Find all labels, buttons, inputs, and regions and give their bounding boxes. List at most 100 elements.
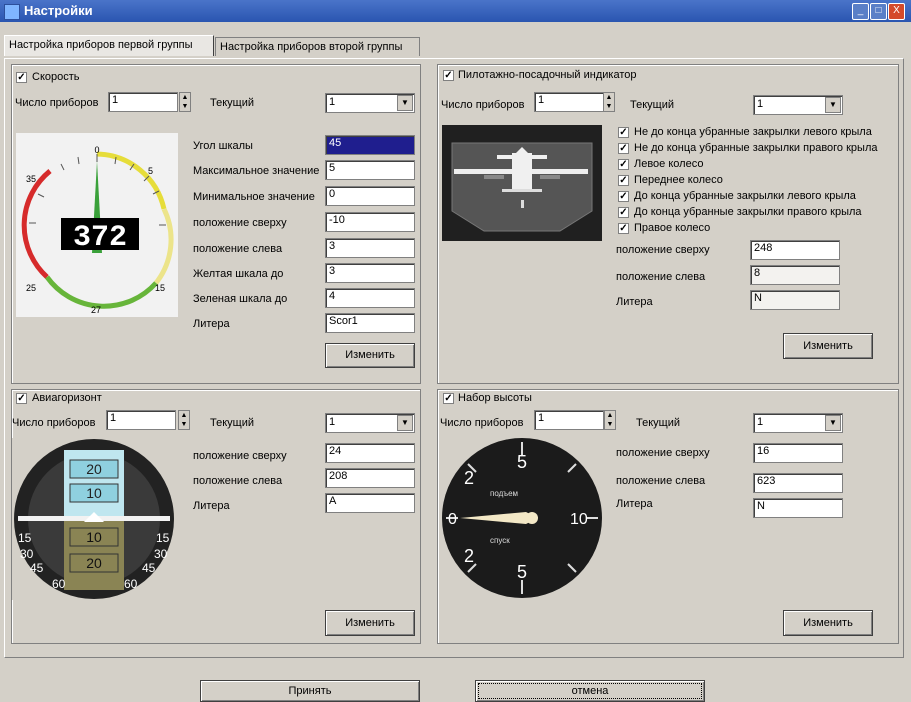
pfd-indicator: [442, 125, 602, 241]
close-button[interactable]: X: [888, 3, 905, 20]
pitch-label: 10: [86, 485, 102, 501]
pfd-check-4[interactable]: ✓: [618, 175, 629, 186]
horizon-checkbox[interactable]: ✓: [16, 393, 27, 404]
maximize-button[interactable]: □: [870, 3, 887, 20]
pfd-count-spinner[interactable]: ▲ ▼: [603, 92, 615, 112]
climb-pos-left-input[interactable]: 623: [753, 473, 843, 493]
climb-tick: 5: [517, 452, 527, 472]
climb-current-value: 1: [757, 416, 764, 428]
speed-current-select[interactable]: 1 ▼: [325, 93, 415, 113]
horizon-panel: ✓ Авиагоризонт Число приборов 1 ▲ ▼ Текущ…: [11, 389, 421, 644]
bank-label: 60: [124, 577, 138, 591]
title-bar: Настройки _ □ X: [0, 0, 911, 22]
climb-letter-input[interactable]: N: [753, 498, 843, 518]
speed-current-value: 1: [329, 96, 336, 108]
bank-label: 15: [156, 531, 170, 545]
yellow-scale-input[interactable]: 3: [325, 263, 415, 283]
climb-tick: 5: [517, 562, 527, 582]
climb-current-label: Текущий: [636, 417, 680, 429]
climb-count-input[interactable]: 1: [534, 410, 604, 430]
chevron-down-icon[interactable]: ▼: [825, 415, 841, 431]
climb-field-label: Литера: [616, 498, 653, 510]
minimize-button[interactable]: _: [852, 3, 869, 20]
climb-current-select[interactable]: 1 ▼: [753, 413, 843, 433]
tab-second-group[interactable]: Настройка приборов второй группы: [215, 37, 420, 56]
pfd-pos-top-input[interactable]: 248: [750, 240, 840, 260]
change-button[interactable]: Изменить: [783, 333, 873, 359]
pfd-field-label: положение сверху: [616, 244, 710, 256]
horizon-letter-input[interactable]: A: [325, 493, 415, 513]
climb-gauge: 5 5 2 2 0 10 подъем спуск: [442, 438, 602, 600]
tick-label: 27: [91, 305, 101, 315]
pos-top-input[interactable]: -10: [325, 212, 415, 232]
horizon-current-label: Текущий: [210, 417, 254, 429]
pfd-check-label: Не до конца убранные закрылки правого кр…: [634, 142, 878, 154]
speed-checkbox[interactable]: ✓: [16, 72, 27, 83]
pitch-label: 20: [86, 461, 102, 477]
bank-label: 45: [30, 561, 44, 575]
climb-count-spinner[interactable]: ▲ ▼: [604, 410, 616, 430]
climb-up-label: подъем: [490, 489, 518, 498]
pfd-field-label: Литера: [616, 296, 653, 308]
max-value-input[interactable]: 5: [325, 160, 415, 180]
horizon-current-select[interactable]: 1 ▼: [325, 413, 415, 433]
speed-title: Скорость: [32, 71, 80, 83]
horizon-pos-left-input[interactable]: 208: [325, 468, 415, 488]
dialog-footer: Принять отмена: [0, 666, 911, 702]
climb-count-label: Число приборов: [440, 417, 524, 429]
speed-count-spinner[interactable]: ▲ ▼: [179, 92, 191, 112]
pos-left-input[interactable]: 3: [325, 238, 415, 258]
tab-page: ✓ Скорость Число приборов 1 ▲ ▼ Текущий 1…: [4, 58, 904, 658]
speed-field-label: Минимальное значение: [193, 191, 315, 203]
pfd-pos-left-input[interactable]: 8: [750, 265, 840, 285]
tick-label: 0: [94, 145, 99, 155]
pfd-check-2[interactable]: ✓: [618, 143, 629, 154]
pfd-check-1[interactable]: ✓: [618, 127, 629, 138]
horizon-current-value: 1: [329, 416, 336, 428]
min-value-input[interactable]: 0: [325, 186, 415, 206]
pfd-check-3[interactable]: ✓: [618, 159, 629, 170]
speed-field-label: Максимальное значение: [193, 165, 320, 177]
pfd-count-label: Число приборов: [441, 99, 525, 111]
horizon-count-spinner[interactable]: ▲ ▼: [178, 410, 190, 430]
chevron-down-icon[interactable]: ▼: [397, 415, 413, 431]
climb-pos-top-input[interactable]: 16: [753, 443, 843, 463]
pitch-label: 10: [86, 529, 102, 545]
climb-field-label: положение сверху: [616, 447, 710, 459]
tab-first-group[interactable]: Настройка приборов первой группы: [4, 35, 214, 56]
pfd-check-5[interactable]: ✓: [618, 191, 629, 202]
speed-current-label: Текущий: [210, 97, 254, 109]
speed-field-label: Литера: [193, 318, 230, 330]
speed-field-label: положение сверху: [193, 217, 287, 229]
climb-title: Набор высоты: [458, 392, 532, 404]
horizon-count-input[interactable]: 1: [106, 410, 176, 430]
change-button[interactable]: Изменить: [783, 610, 873, 636]
pfd-count-input[interactable]: 1: [534, 92, 604, 112]
speed-field-label: положение слева: [193, 243, 283, 255]
pfd-checkbox[interactable]: ✓: [443, 70, 454, 81]
green-scale-input[interactable]: 4: [325, 288, 415, 308]
pfd-check-label: До конца убранные закрылки левого крыла: [634, 190, 856, 202]
climb-tick: 2: [464, 468, 474, 488]
pfd-current-select[interactable]: 1 ▼: [753, 95, 843, 115]
pfd-letter-input[interactable]: N: [750, 290, 840, 310]
pfd-title: Пилотажно-посадочный индикатор: [458, 69, 637, 81]
pfd-check-6[interactable]: ✓: [618, 207, 629, 218]
letter-input[interactable]: Scor1: [325, 313, 415, 333]
horizon-pos-top-input[interactable]: 24: [325, 443, 415, 463]
bank-label: 15: [18, 531, 32, 545]
scale-angle-input[interactable]: 45: [325, 135, 415, 155]
speed-count-input[interactable]: 1: [108, 92, 178, 112]
accept-button[interactable]: Принять: [200, 680, 420, 702]
pfd-check-7[interactable]: ✓: [618, 223, 629, 234]
pfd-check-label: Правое колесо: [634, 222, 711, 234]
pfd-panel: ✓ Пилотажно-посадочный индикатор Число п…: [437, 64, 899, 384]
pitch-label: 20: [86, 555, 102, 571]
change-button[interactable]: Изменить: [325, 610, 415, 636]
chevron-down-icon[interactable]: ▼: [397, 95, 413, 111]
chevron-down-icon[interactable]: ▼: [825, 97, 841, 113]
climb-checkbox[interactable]: ✓: [443, 393, 454, 404]
pfd-check-label: Левое колесо: [634, 158, 704, 170]
cancel-button[interactable]: отмена: [475, 680, 705, 702]
change-button[interactable]: Изменить: [325, 343, 415, 368]
